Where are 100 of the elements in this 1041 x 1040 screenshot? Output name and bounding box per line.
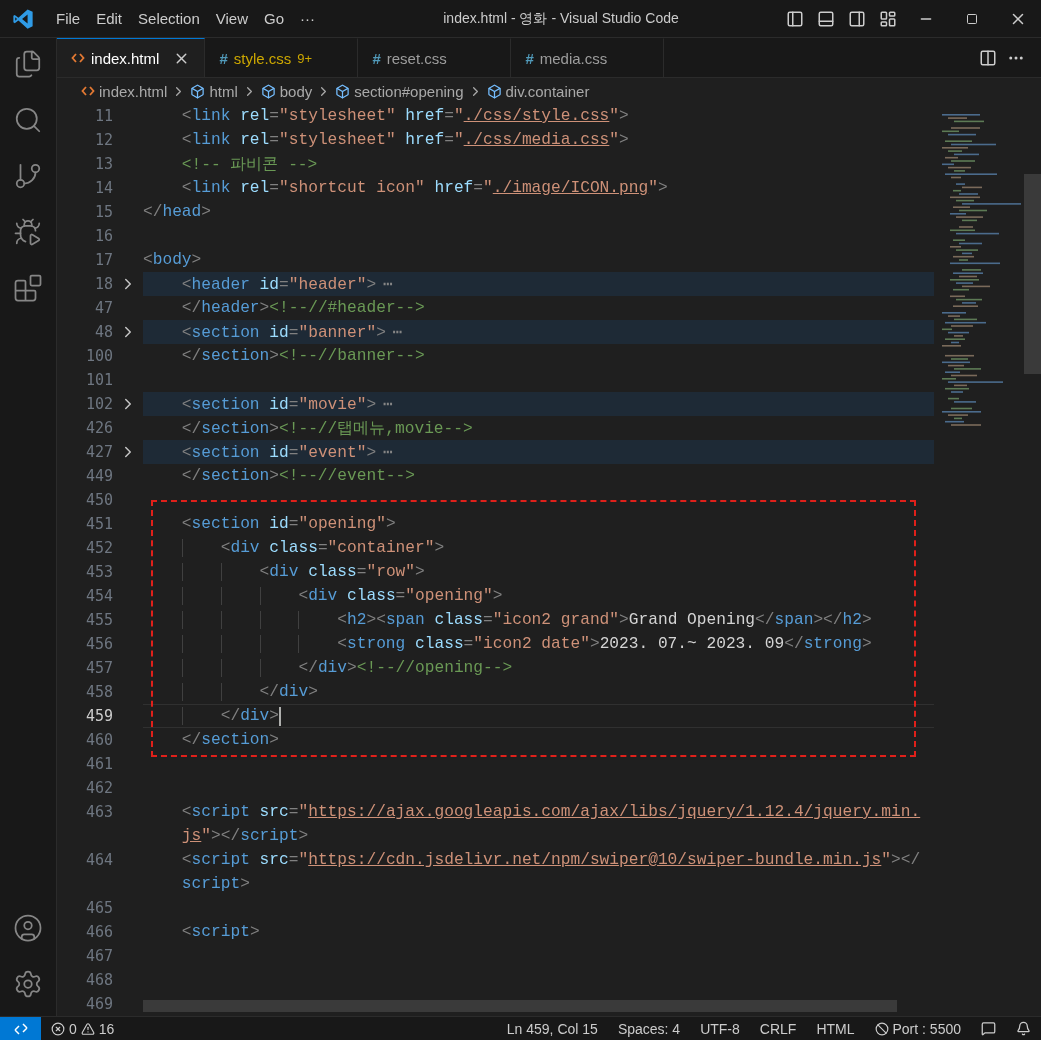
line-number: 426 <box>84 419 113 437</box>
code-line: <section id="opening"> <box>180 515 396 533</box>
files-icon[interactable] <box>13 49 43 79</box>
line-number: 11 <box>93 107 113 125</box>
code-line: js"></script> <box>180 827 309 845</box>
cube-icon <box>486 83 502 99</box>
line-number: 101 <box>84 371 113 389</box>
remote-button[interactable] <box>0 1016 41 1040</box>
line-number: 13 <box>93 155 113 173</box>
breadcrumb-item[interactable]: div.container <box>505 82 590 100</box>
line-number: 17 <box>93 251 113 269</box>
breadcrumb-item[interactable]: index.html <box>99 82 168 100</box>
line-number: 466 <box>84 923 113 941</box>
code-line: </div> <box>143 707 280 725</box>
line-number: 464 <box>84 851 113 869</box>
run-debug-icon[interactable] <box>13 217 43 247</box>
editor-tab[interactable]: index.html <box>57 38 206 77</box>
code-line: <body> <box>143 251 202 269</box>
menu-item[interactable]: View <box>207 6 256 31</box>
line-number: 462 <box>84 779 113 797</box>
feedback-icon[interactable] <box>981 1021 996 1036</box>
panel-right-icon[interactable] <box>847 9 866 28</box>
code-line: <div class="container"> <box>143 539 445 557</box>
breadcrumb-item[interactable]: section#opening <box>354 82 464 100</box>
code-line: </header><!--//#header--> <box>180 299 425 317</box>
window-title: index.html - 영화 - Visual Studio Code <box>442 9 680 28</box>
code-line: <script> <box>180 923 260 941</box>
line-number: 453 <box>84 563 113 581</box>
status-item[interactable]: Spaces: 4 <box>607 1020 691 1037</box>
bell-icon[interactable] <box>1016 1021 1031 1036</box>
line-number: 467 <box>84 947 113 965</box>
line-number: 463 <box>84 803 113 821</box>
line-number: 460 <box>84 731 113 749</box>
status-item[interactable]: CRLF <box>749 1020 807 1037</box>
code-line: <link rel="shortcut icon" href="./image/ICON.png"> <box>180 179 668 197</box>
settings-icon[interactable] <box>13 969 43 999</box>
line-number: 14 <box>93 179 113 197</box>
status-item[interactable]: Ln 459, Col 15 <box>496 1020 608 1037</box>
code-line: <header id="header"> ⋯ <box>180 275 393 294</box>
breadcrumb-item[interactable]: body <box>279 82 313 100</box>
panel-left-icon[interactable] <box>785 9 804 28</box>
menu-item[interactable]: Selection <box>130 6 208 31</box>
html-file-icon <box>81 84 95 98</box>
line-number: 457 <box>84 659 113 677</box>
text-cursor <box>279 706 282 726</box>
code-line: <div class="row"> <box>143 563 425 581</box>
line-number: 449 <box>84 467 113 485</box>
menu-item[interactable]: Edit <box>88 6 131 31</box>
panel-bottom-icon[interactable] <box>816 9 835 28</box>
warning-icon <box>80 1021 95 1036</box>
search-icon[interactable] <box>13 105 43 135</box>
layout-icon[interactable] <box>878 9 897 28</box>
line-number: 469 <box>84 995 113 1013</box>
status-item[interactable]: HTML <box>806 1020 865 1037</box>
horizontal-scrollbar[interactable] <box>143 1000 897 1012</box>
menu-item[interactable]: File <box>48 6 89 31</box>
code-line: </div><!--//opening--> <box>143 659 513 677</box>
line-number: 47 <box>93 299 113 317</box>
line-number: 48 <box>93 323 113 341</box>
extensions-icon[interactable] <box>13 273 43 303</box>
code-line: <link rel="stylesheet" href="./css/media.css"> <box>180 131 629 149</box>
app-logo-icon <box>12 7 34 30</box>
line-number: 459 <box>84 707 113 725</box>
line-number: 465 <box>84 899 113 917</box>
line-number: 461 <box>84 755 113 773</box>
line-number: 456 <box>84 635 113 653</box>
line-number: 15 <box>93 203 113 221</box>
code-line: <div class="opening"> <box>143 587 503 605</box>
remote-icon[interactable] <box>12 1020 29 1037</box>
branch-icon[interactable] <box>13 161 43 191</box>
menu-item[interactable]: Go <box>256 6 292 31</box>
cube-icon <box>190 83 206 99</box>
problems-button[interactable]: 0 16 <box>41 1020 125 1037</box>
port-button[interactable]: Port : 5500 <box>864 1020 971 1037</box>
line-number: 468 <box>84 971 113 989</box>
code-line: <section id="movie"> ⋯ <box>180 395 393 414</box>
code-line: <script src="https://cdn.jsdelivr.net/npm/swiper@10/swiper-bundle.min.js"></ <box>180 851 921 869</box>
line-number: 18 <box>93 275 113 293</box>
account-icon[interactable] <box>13 913 43 943</box>
line-number: 455 <box>84 611 113 629</box>
more-menu[interactable]: ··· <box>292 6 323 31</box>
code-line: </section><!--//event--> <box>180 467 415 485</box>
code-line: <script src="https://ajax.googleapis.com/ajax/libs/jquery/1.12.4/jquery.min. <box>180 803 921 821</box>
code-line: <h2><span class="icon2 grand">Grand Opening</span></h2> <box>143 611 872 629</box>
ban-icon <box>874 1021 889 1036</box>
cube-icon <box>260 83 276 99</box>
code-line: <section id="event"> ⋯ <box>180 443 393 462</box>
error-icon <box>51 1021 65 1036</box>
code-line: <strong class="icon2 date">2023. 07.~ 2023. 09</strong> <box>143 635 872 653</box>
code-line: </head> <box>143 203 211 221</box>
code-line: </section><!--//banner--> <box>180 347 425 365</box>
maximize-icon[interactable] <box>966 12 978 25</box>
status-item[interactable]: UTF-8 <box>690 1020 750 1037</box>
code-line: <section id="banner"> ⋯ <box>180 323 403 342</box>
cube-icon <box>335 83 351 99</box>
split-editor-icon[interactable] <box>979 48 997 67</box>
breadcrumb-item[interactable]: html <box>209 82 238 100</box>
line-number: 427 <box>84 443 113 461</box>
code-line: script> <box>180 875 250 893</box>
code-line: <!-- 파비콘 --> <box>180 155 318 175</box>
